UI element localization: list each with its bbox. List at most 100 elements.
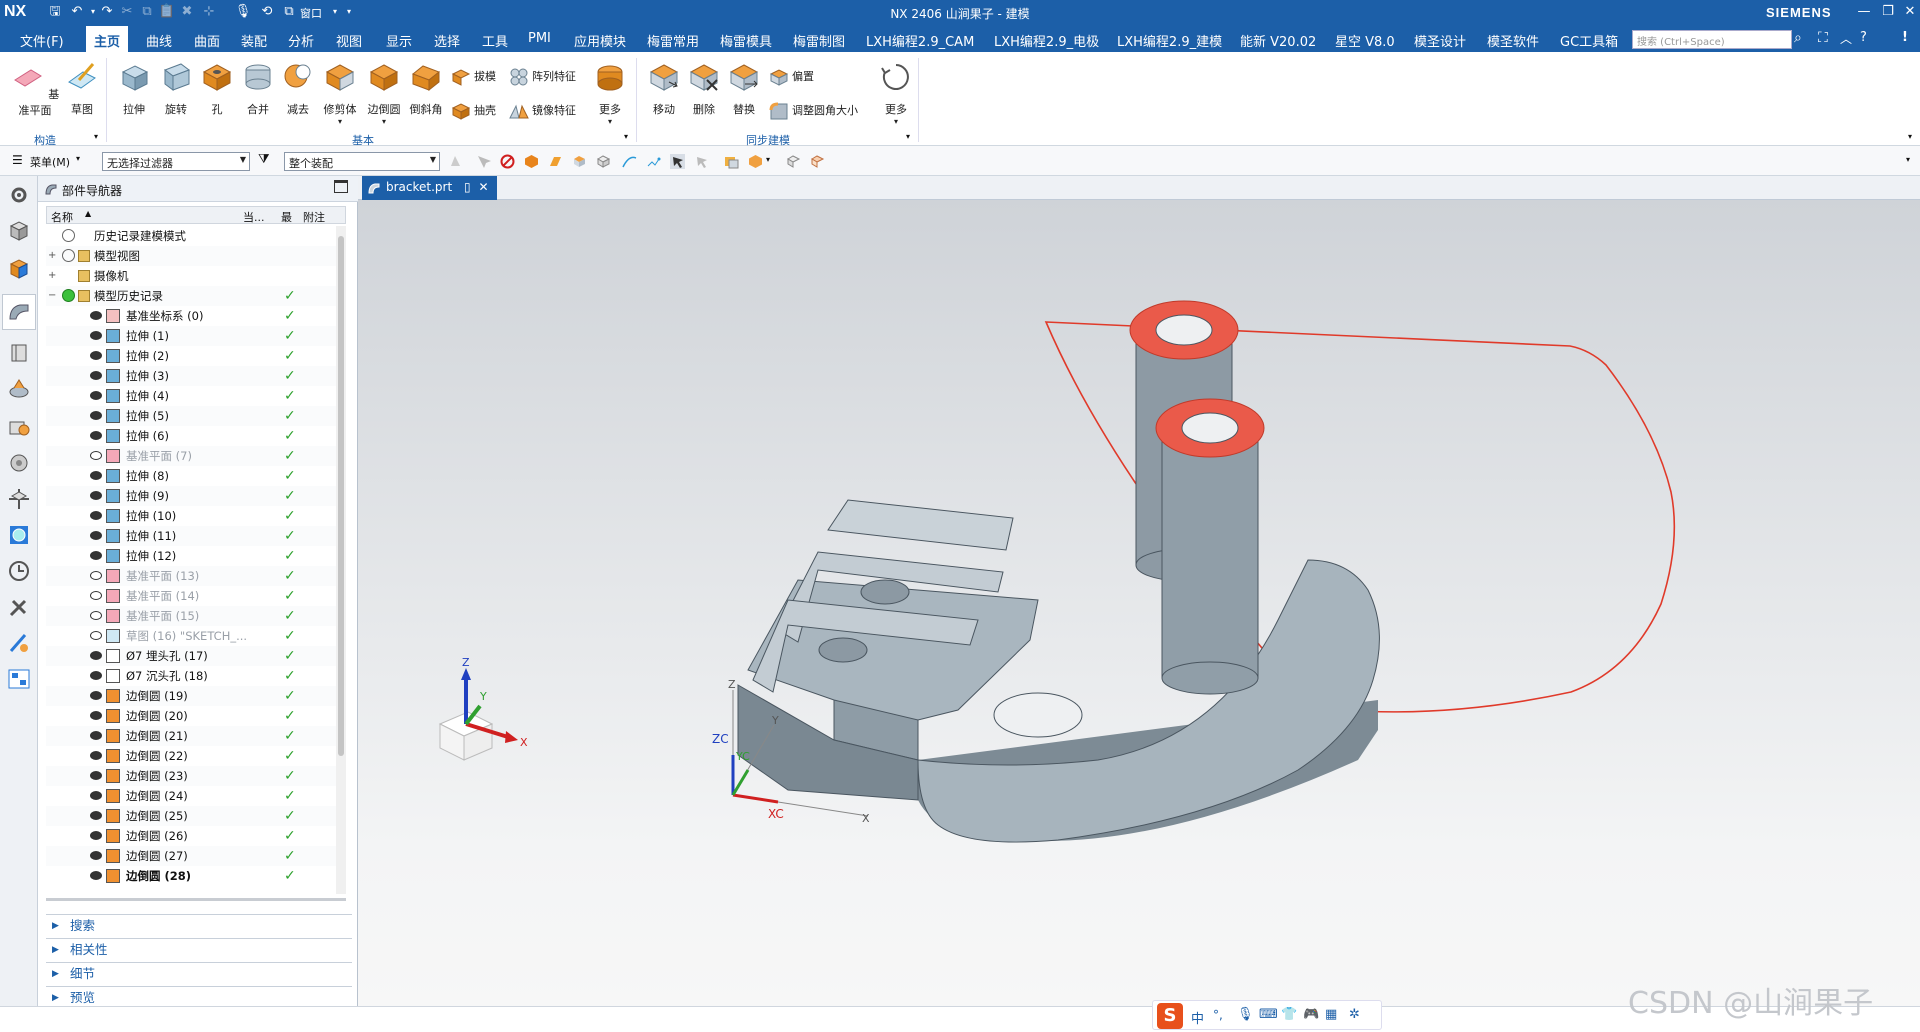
- expand-toggle-icon[interactable]: +: [48, 246, 56, 266]
- menu-gc-toolbox[interactable]: GC工具箱: [1560, 31, 1618, 50]
- move-face-button[interactable]: 移动: [644, 60, 684, 117]
- menu-lxh-cam[interactable]: LXH编程2.9_CAM: [866, 31, 974, 50]
- menu-display[interactable]: 显示: [386, 31, 412, 50]
- maximize-panel-icon[interactable]: [334, 180, 348, 193]
- tree-row[interactable]: 草图 (16) "SKETCH_... ✓: [46, 626, 336, 646]
- visible-eye-icon[interactable]: [90, 791, 102, 800]
- tree-row[interactable]: 边倒圆 (20) ✓: [46, 706, 336, 726]
- edge-filter-icon[interactable]: [572, 154, 587, 169]
- visible-eye-icon[interactable]: [90, 551, 102, 560]
- minimize-icon[interactable]: —: [1852, 3, 1876, 21]
- select-feature-icon[interactable]: [448, 154, 463, 169]
- basic-expand-icon[interactable]: ▾: [624, 132, 628, 141]
- panel-preview[interactable]: ▶ 预览: [46, 986, 352, 1008]
- panel-dependencies[interactable]: ▶ 相关性: [46, 938, 352, 960]
- revolve-button[interactable]: 旋转: [156, 60, 196, 117]
- microphone-icon[interactable]: 🎙: [1237, 1007, 1254, 1022]
- tree-row[interactable]: 边倒圆 (27) ✓: [46, 846, 336, 866]
- tree-row[interactable]: 拉伸 (1) ✓: [46, 326, 336, 346]
- hidden-eye-icon[interactable]: [90, 611, 102, 620]
- point-snap-icon[interactable]: [646, 154, 661, 169]
- sort-ascending-icon[interactable]: ▲: [85, 209, 91, 218]
- wireframe-icon[interactable]: [810, 154, 825, 169]
- process-studio-icon[interactable]: [6, 486, 32, 512]
- keyboard-icon[interactable]: ⌨: [1259, 1007, 1278, 1022]
- tools-icon[interactable]: [6, 594, 32, 620]
- menu-tools[interactable]: 工具: [482, 31, 508, 50]
- trim-body-button[interactable]: 修剪体 ▾: [318, 60, 362, 126]
- scope-select[interactable]: 整个装配 ▼: [284, 152, 440, 171]
- navigator-scrollbar[interactable]: [336, 226, 346, 894]
- trim-body-dropdown-icon[interactable]: ▾: [318, 117, 362, 126]
- menu-surface[interactable]: 曲面: [194, 31, 220, 50]
- visible-eye-icon[interactable]: [90, 531, 102, 540]
- system-scene-icon[interactable]: [6, 666, 32, 692]
- menu-meilei-drawing[interactable]: 梅雷制图: [793, 31, 845, 50]
- plate-hole[interactable]: [993, 692, 1083, 738]
- game-icon[interactable]: 🎮: [1303, 1007, 1319, 1022]
- show-hide-icon[interactable]: [786, 154, 801, 169]
- visible-eye-icon[interactable]: [90, 751, 102, 760]
- boss-hole-front[interactable]: [1181, 412, 1239, 444]
- curve-snap-icon[interactable]: [622, 154, 637, 169]
- tree-row[interactable]: Ø7 沉头孔 (18) ✓: [46, 666, 336, 686]
- tree-row[interactable]: 基准坐标系 (0) ✓: [46, 306, 336, 326]
- graphics-window[interactable]: ZC XC YC X Y Z Z X Y: [358, 200, 1920, 1006]
- boss-hole-back[interactable]: [1155, 314, 1213, 346]
- ribbon-options-icon[interactable]: ▾: [1908, 132, 1912, 141]
- rail-top-strip[interactable]: [827, 499, 1014, 551]
- extrude-button[interactable]: 拉伸: [114, 60, 154, 117]
- gear-icon[interactable]: [6, 182, 32, 208]
- tree-row[interactable]: + 模型视图: [46, 246, 336, 266]
- tree-row[interactable]: 基准平面 (15) ✓: [46, 606, 336, 626]
- component-filter-icon[interactable]: [596, 154, 611, 169]
- visible-eye-icon[interactable]: [90, 511, 102, 520]
- sync-more-dropdown-icon[interactable]: ▾: [876, 117, 916, 126]
- model-view[interactable]: ZC XC YC X Y Z Z X Y: [358, 200, 1920, 1006]
- select-intersect-icon[interactable]: [694, 154, 709, 169]
- visible-eye-icon[interactable]: [90, 331, 102, 340]
- visible-eye-icon[interactable]: [90, 371, 102, 380]
- tree-row[interactable]: 历史记录建模模式: [46, 226, 336, 246]
- group-select-icon[interactable]: [724, 154, 739, 169]
- tree-row[interactable]: 拉伸 (9) ✓: [46, 486, 336, 506]
- select-all-icon[interactable]: [476, 154, 491, 169]
- basic-more-button[interactable]: 更多 ▾: [590, 60, 630, 126]
- edge-blend-button[interactable]: 边倒圆 ▾: [362, 60, 406, 126]
- mirror-feature-button[interactable]: 镜像特征: [508, 100, 576, 122]
- body-select-icon[interactable]: [748, 154, 763, 169]
- restore-icon[interactable]: ❐: [1876, 3, 1900, 21]
- visible-eye-icon[interactable]: [90, 391, 102, 400]
- menu-meilei-mold[interactable]: 梅雷模具: [720, 31, 772, 50]
- main-menu-button[interactable]: 菜单(M): [30, 154, 70, 170]
- slot-hole-1[interactable]: [860, 579, 910, 605]
- tree-row[interactable]: Ø7 埋头孔 (17) ✓: [46, 646, 336, 666]
- manufacturing-wizard-icon[interactable]: [6, 522, 32, 548]
- slot-hole-2[interactable]: [818, 637, 868, 663]
- fullscreen-icon[interactable]: ⛶: [1818, 30, 1828, 46]
- panel-search[interactable]: ▶ 搜索: [46, 914, 352, 936]
- tree-row[interactable]: 边倒圆 (22) ✓: [46, 746, 336, 766]
- tree-row[interactable]: 边倒圆 (28) ✓: [46, 866, 336, 886]
- tree-row[interactable]: + 摄像机: [46, 266, 336, 286]
- sogou-logo-icon[interactable]: S: [1157, 1003, 1183, 1029]
- panel-details[interactable]: ▶ 细节: [46, 962, 352, 984]
- construct-expand-icon[interactable]: ▾: [94, 132, 98, 141]
- hd3d-tools-icon[interactable]: [6, 376, 32, 402]
- tree-row[interactable]: 边倒圆 (23) ✓: [46, 766, 336, 786]
- part-navigator-icon[interactable]: [6, 299, 32, 325]
- visible-eye-icon[interactable]: [90, 871, 102, 880]
- menu-mosheng-design[interactable]: 模圣设计: [1414, 31, 1466, 50]
- visible-eye-icon[interactable]: [90, 471, 102, 480]
- face-filter-icon[interactable]: [548, 154, 563, 169]
- tree-row[interactable]: 拉伸 (10) ✓: [46, 506, 336, 526]
- menu-assembly[interactable]: 装配: [241, 31, 267, 50]
- visible-eye-icon[interactable]: [90, 311, 102, 320]
- tab-bracket-prt[interactable]: bracket.prt ▯ ✕: [362, 176, 497, 200]
- tree-row[interactable]: 边倒圆 (21) ✓: [46, 726, 336, 746]
- command-search-input[interactable]: 搜索 (Ctrl+Space): [1632, 30, 1792, 49]
- visible-eye-icon[interactable]: [90, 771, 102, 780]
- menu-lxh-electrode[interactable]: LXH编程2.9_电极: [994, 31, 1099, 50]
- tree-row[interactable]: 拉伸 (12) ✓: [46, 546, 336, 566]
- assembly-navigator-icon[interactable]: [6, 218, 32, 244]
